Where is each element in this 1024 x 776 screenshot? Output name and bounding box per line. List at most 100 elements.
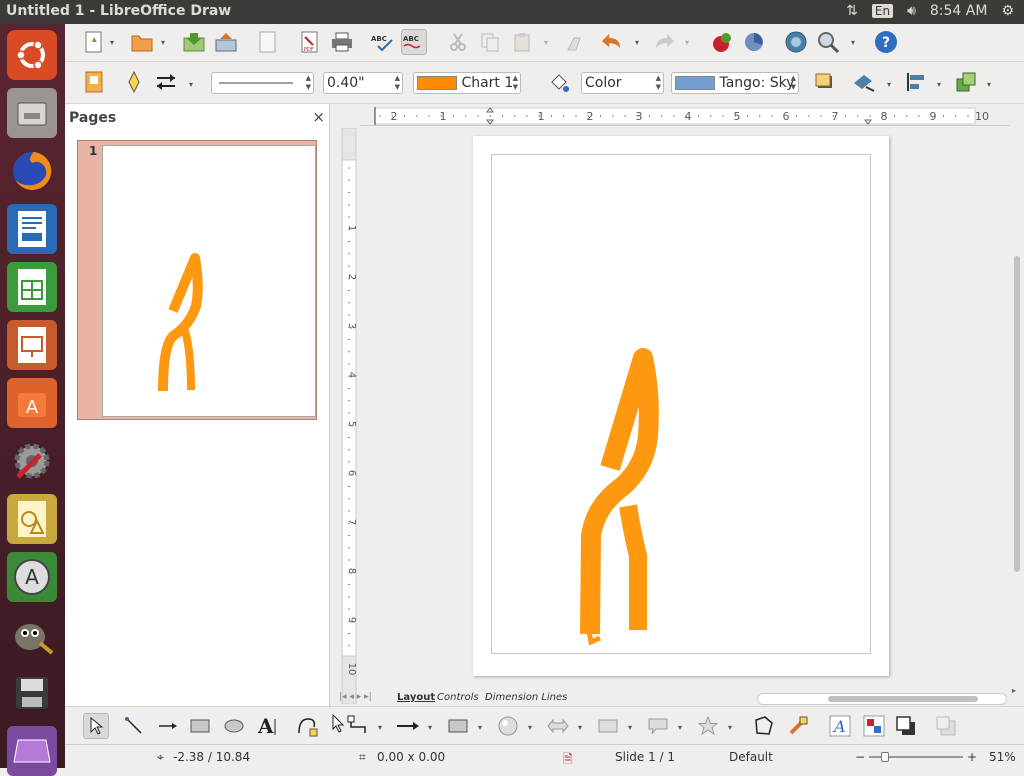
paste-dropdown-icon[interactable]: ▾: [544, 38, 548, 47]
page-thumbnail[interactable]: 1: [77, 140, 317, 420]
lines-arrows-tool-icon[interactable]: [395, 713, 421, 739]
block-arrows-icon[interactable]: [545, 713, 571, 739]
styles-icon[interactable]: [81, 69, 107, 95]
area-style-select[interactable]: Color ▲ ▼: [581, 72, 664, 94]
copy-icon[interactable]: [477, 29, 503, 55]
spelling-icon[interactable]: ABC: [369, 29, 395, 55]
draw-icon[interactable]: [7, 494, 57, 544]
redo-icon[interactable]: [651, 29, 677, 55]
flowchart-dropdown-icon[interactable]: ▾: [628, 723, 632, 732]
writer-icon[interactable]: [7, 204, 57, 254]
vertical-scrollbar[interactable]: ▸: [1010, 106, 1024, 696]
drawing-canvas[interactable]: [360, 128, 1010, 704]
impress-icon[interactable]: [7, 320, 57, 370]
software-updater-icon[interactable]: A: [7, 552, 57, 602]
files-icon[interactable]: [7, 88, 57, 138]
network-updown-icon[interactable]: ⇅: [846, 3, 858, 19]
system-settings-icon[interactable]: [7, 436, 57, 486]
close-icon[interactable]: ×: [312, 108, 325, 126]
undo-dropdown-icon[interactable]: ▾: [635, 38, 639, 47]
vertical-scroll-thumb[interactable]: [1014, 256, 1020, 572]
vertical-ruler[interactable]: 1 2 3 4 5 6 7 8 9 10: [338, 127, 360, 705]
area-color-select[interactable]: Tango: Sky Blue 1 ▲▼: [671, 72, 799, 94]
fontwork-icon[interactable]: A: [827, 713, 853, 739]
rectangle-tool-icon[interactable]: [187, 713, 213, 739]
print-icon[interactable]: [329, 29, 355, 55]
line-color-select[interactable]: Chart 1 ▲ ▼: [413, 72, 521, 94]
line-width-field[interactable]: 0.40" ▲ ▼: [323, 72, 403, 94]
basic-shapes-icon[interactable]: [445, 713, 471, 739]
auto-spellcheck-icon[interactable]: ABC: [401, 29, 427, 55]
volume-icon[interactable]: 🔊︎: [907, 3, 916, 19]
navigator-icon[interactable]: [783, 29, 809, 55]
stars-icon[interactable]: [695, 713, 721, 739]
curve-tool-icon[interactable]: [295, 713, 321, 739]
insert-chart-icon[interactable]: [741, 29, 767, 55]
basic-shapes-dropdown-icon[interactable]: ▾: [478, 723, 482, 732]
shadow-icon[interactable]: [811, 69, 837, 95]
power-gear-icon[interactable]: ⚙: [1001, 3, 1014, 19]
line-style-select[interactable]: ▲ ▼: [211, 72, 314, 94]
arrow-style-dropdown-icon[interactable]: ▾: [189, 80, 193, 89]
keyboard-indicator[interactable]: En: [871, 4, 894, 18]
zoom-slider[interactable]: [869, 752, 963, 762]
horizontal-scroll-thumb[interactable]: [828, 696, 978, 702]
horizontal-ruler[interactable]: 2 1 1 2 3 4 5 6 7 8 9 10: [360, 106, 1020, 126]
export-pdf-icon[interactable]: PDF: [297, 29, 323, 55]
cut-icon[interactable]: [445, 29, 471, 55]
align-dropdown-icon[interactable]: ▾: [937, 80, 941, 89]
zoom-slider-handle[interactable]: [881, 752, 889, 762]
gimp-icon[interactable]: [7, 610, 57, 660]
zoom-icon[interactable]: [815, 29, 841, 55]
clock[interactable]: 8:54 AM: [930, 3, 988, 19]
symbol-shapes-icon[interactable]: [495, 713, 521, 739]
zoom-level[interactable]: 51%: [989, 750, 1016, 764]
symbol-shapes-dropdown-icon[interactable]: ▾: [528, 723, 532, 732]
select-pointer-icon[interactable]: [83, 713, 109, 739]
ubuntu-dash-icon[interactable]: [7, 30, 57, 80]
arrange-dropdown-icon[interactable]: ▾: [987, 80, 991, 89]
connector-dropdown-icon[interactable]: ▾: [378, 723, 382, 732]
new-dropdown-icon[interactable]: ▾: [110, 38, 114, 47]
callouts-dropdown-icon[interactable]: ▾: [678, 723, 682, 732]
calc-icon[interactable]: [7, 262, 57, 312]
insert-image-icon[interactable]: [709, 29, 735, 55]
export-icon[interactable]: [213, 29, 239, 55]
align-objects-icon[interactable]: [903, 69, 929, 95]
arrow-style-icon[interactable]: [153, 69, 179, 95]
line-arrow-tool-icon[interactable]: [155, 713, 181, 739]
zoom-out-icon[interactable]: −: [855, 750, 865, 764]
horizontal-scrollbar[interactable]: [757, 693, 1007, 705]
tab-controls[interactable]: Controls: [437, 692, 479, 703]
connector-tool-icon[interactable]: [345, 713, 371, 739]
tab-layout[interactable]: Layout: [397, 692, 435, 703]
glue-points-icon[interactable]: [785, 713, 811, 739]
insert-image-tool-icon[interactable]: [861, 713, 887, 739]
points-edit-icon[interactable]: [751, 713, 777, 739]
ellipse-tool-icon[interactable]: [221, 713, 247, 739]
software-center-icon[interactable]: A: [7, 378, 57, 428]
redo-dropdown-icon[interactable]: ▾: [685, 38, 689, 47]
line-icon[interactable]: [121, 69, 147, 95]
open-dropdown-icon[interactable]: ▾: [161, 38, 165, 47]
workspace-icon[interactable]: [7, 726, 57, 776]
block-arrows-dropdown-icon[interactable]: ▾: [578, 723, 582, 732]
group-object-icon[interactable]: [933, 713, 959, 739]
tab-nav-arrows-icon[interactable]: |◂ ◂ ▸ ▸|: [339, 692, 372, 702]
tab-dimension-lines[interactable]: Dimension Lines: [485, 692, 567, 703]
flowchart-icon[interactable]: [595, 713, 621, 739]
new-document-icon[interactable]: [81, 29, 107, 55]
zoom-dropdown-icon[interactable]: ▾: [851, 38, 855, 47]
undo-icon[interactable]: [599, 29, 625, 55]
clone-formatting-icon[interactable]: [561, 29, 587, 55]
open-folder-icon[interactable]: [129, 29, 155, 55]
transformations-dropdown-icon[interactable]: ▾: [887, 80, 891, 89]
toggle-extrusion-icon[interactable]: [893, 713, 919, 739]
zoom-in-icon[interactable]: +: [967, 750, 977, 764]
save-icon[interactable]: [181, 29, 207, 55]
area-fill-icon[interactable]: [545, 70, 571, 96]
drawing-page[interactable]: [473, 136, 889, 676]
arrange-icon[interactable]: [953, 69, 979, 95]
callouts-icon[interactable]: [645, 713, 671, 739]
transformations-icon[interactable]: [851, 69, 877, 95]
